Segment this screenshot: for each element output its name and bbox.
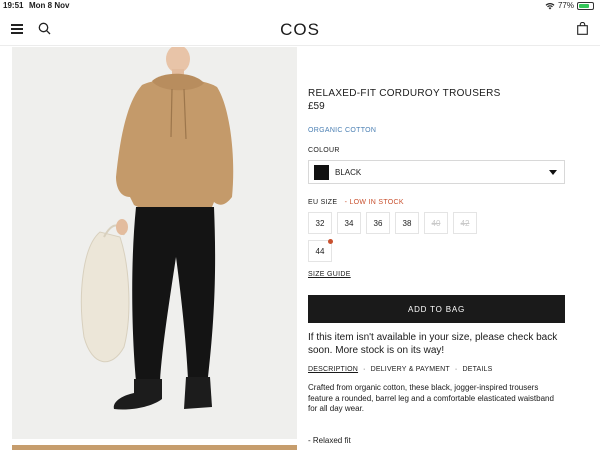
size-option-42[interactable]: 42 [453, 212, 477, 234]
product-title: RELAXED-FIT CORDUROY TROUSERS [308, 88, 501, 99]
size-guide-link[interactable]: SIZE GUIDE [308, 271, 351, 278]
size-option-44-label: 44 [315, 246, 325, 256]
tab-separator: · [454, 366, 458, 373]
model-illustration [12, 47, 297, 439]
next-image-thumbnail[interactable] [12, 445, 297, 450]
site-header: COS [0, 14, 600, 46]
battery-icon [577, 1, 594, 10]
tab-separator: · [363, 366, 366, 373]
status-right: 77% [545, 1, 594, 10]
product-price: £59 [308, 101, 325, 112]
material-link[interactable]: ORGANIC COTTON [308, 127, 565, 134]
size-option-44[interactable]: 44 [308, 239, 333, 262]
product-description: Crafted from organic cotton, these black… [308, 383, 554, 413]
shopping-bag-icon[interactable] [577, 22, 588, 35]
size-option-40[interactable]: 40 [424, 212, 448, 234]
tab-description[interactable]: DESCRIPTION [308, 366, 358, 373]
product-info: RELAXED-FIT CORDUROY TROUSERS £59 ORGANI… [308, 88, 565, 134]
size-label: EU SIZE [308, 199, 338, 206]
status-date: Mon 8 Nov [29, 1, 70, 10]
product-image[interactable] [12, 47, 297, 439]
battery-fill [579, 3, 589, 8]
size-option-32[interactable]: 32 [308, 212, 332, 234]
add-to-bag-button[interactable]: ADD TO BAG [308, 295, 565, 323]
size-option-34[interactable]: 34 [337, 212, 361, 234]
low-stock-dot [328, 239, 333, 244]
tab-details[interactable]: DETAILS [462, 366, 492, 373]
wifi-icon [545, 2, 555, 9]
tab-delivery-payment[interactable]: DELIVERY & PAYMENT [371, 366, 450, 373]
feature-bullet: - Relaxed fit [308, 436, 351, 445]
info-tabs: DESCRIPTION · DELIVERY & PAYMENT · DETAI… [308, 366, 493, 373]
size-option-36[interactable]: 36 [366, 212, 390, 234]
status-time: 19:51 [3, 1, 24, 10]
site-logo[interactable]: COS [0, 20, 600, 40]
size-option-38[interactable]: 38 [395, 212, 419, 234]
status-bar: 19:51 Mon 8 Nov 77% [0, 0, 600, 12]
low-stock-note: - LOW IN STOCK [344, 199, 404, 206]
colour-swatch [314, 164, 329, 180]
chevron-down-icon [549, 170, 557, 175]
battery-percent: 77% [557, 1, 574, 10]
colour-selected-value: BLACK [335, 167, 362, 177]
colour-label: COLOUR [308, 147, 340, 154]
stock-notice: If this item isn't available in your siz… [308, 332, 558, 356]
colour-dropdown[interactable]: BLACK [308, 160, 565, 184]
size-header: EU SIZE - LOW IN STOCK [308, 199, 404, 206]
